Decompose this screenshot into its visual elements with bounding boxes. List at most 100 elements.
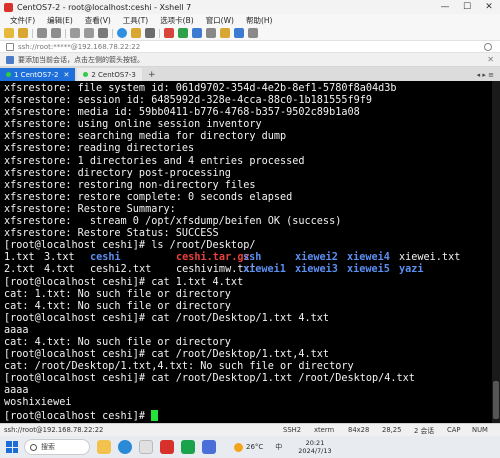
ls-output-row: 2.txt 4.txt ceshi2.txt ceshivimw.txtxiewei1… <box>4 264 492 276</box>
address-input[interactable]: ssh://root:*****@192.168.78.22:22 <box>18 43 140 51</box>
status-size: 84x28 <box>348 426 370 434</box>
search-icon <box>30 443 37 451</box>
disconnect-icon[interactable] <box>51 28 61 38</box>
toolbar-divider <box>159 28 160 38</box>
menu-view[interactable]: 查看(V) <box>85 15 111 26</box>
clock-date: 2024/7/13 <box>298 447 332 455</box>
tab-centos7-3[interactable]: 2 CentOS7-3 <box>77 68 142 81</box>
fullscreen-icon[interactable] <box>206 28 216 38</box>
compose-icon[interactable] <box>192 28 202 38</box>
terminal-line: cat: 1.txt: No such file or directory <box>4 288 231 300</box>
scrollbar-thumb[interactable] <box>493 381 499 419</box>
connected-status-icon <box>83 72 89 77</box>
terminal-line: xfsrestore: restore complete: 0 seconds … <box>4 191 293 203</box>
address-bar: ssh://root:*****@192.168.78.22:22 <box>0 40 500 53</box>
open-folder-icon[interactable] <box>18 28 28 38</box>
toolbar-divider <box>65 28 66 38</box>
menu-window[interactable]: 窗口(W) <box>206 15 234 26</box>
hint-bar: 要添加当前会话，点击左侧的箭头按钮。 ✕ <box>0 53 500 67</box>
tab-close-icon[interactable]: ✕ <box>63 71 69 79</box>
terminal-line: aaaa <box>4 385 29 397</box>
terminal-line: [root@localhost ceshi]# cat /root/Deskto… <box>4 312 330 324</box>
menu-bar: 文件(F) 编辑(E) 查看(V) 工具(T) 选项卡(B) 窗口(W) 帮助(… <box>0 14 500 26</box>
search-label: 搜索 <box>41 443 55 451</box>
ls-entry-file: 4.txt <box>44 264 75 276</box>
terminal-line: xfsrestore: session id: 6485992d-328e-4c… <box>4 95 373 107</box>
tab-label: 2 CentOS7-3 <box>91 70 136 79</box>
hint-close-icon[interactable]: ✕ <box>487 55 494 64</box>
terminal-line: cat: 4.txt: No such file or directory <box>4 300 231 312</box>
close-button[interactable]: ✕ <box>478 0 500 14</box>
terminal-scrollbar[interactable] <box>492 81 500 423</box>
help-icon[interactable] <box>248 28 258 38</box>
connect-icon[interactable] <box>37 28 47 38</box>
status-protocol: SSH2 <box>283 426 302 434</box>
ls-entry-dir: xiewei4 <box>347 252 390 264</box>
ls-entry-file: xiewei.txt <box>399 252 461 264</box>
ls-entry-dir: xiewei2 <box>295 252 338 264</box>
tab-centos7-2[interactable]: 1 CentOS7-2 ✕ <box>0 68 76 81</box>
session-icon <box>6 42 14 51</box>
xshell-app-icon <box>4 2 13 12</box>
minimize-button[interactable]: — <box>434 0 456 14</box>
address-go-icon[interactable] <box>484 42 492 51</box>
menu-tools[interactable]: 工具(T) <box>123 15 148 26</box>
terminal-line: cat: 4.txt: No such file or directory <box>4 336 231 348</box>
tab-label: 1 CentOS7-2 <box>14 70 59 79</box>
file-explorer-icon[interactable] <box>97 440 111 454</box>
ls-entry-archive: ceshi.tar.gz <box>176 252 250 264</box>
menu-file[interactable]: 文件(F) <box>10 15 35 26</box>
ime-indicator[interactable]: 中 <box>275 442 282 452</box>
ls-entry-dir: xiewei3 <box>295 264 338 276</box>
terminal-line: [root@localhost ceshi]# cat /root/Deskto… <box>4 349 330 361</box>
maximize-button[interactable]: ☐ <box>456 0 478 14</box>
title-bar: CentOS7-2 - root@localhost:ceshi - Xshel… <box>0 0 500 14</box>
terminal-prompt-line: [root@localhost ceshi]# <box>4 409 492 422</box>
status-bar: ssh://root@192.168.78.22:22 SSH2 xterm 8… <box>0 423 500 436</box>
lock-icon[interactable] <box>131 28 141 38</box>
menu-edit[interactable]: 编辑(E) <box>47 15 73 26</box>
weather-widget[interactable]: 26°C <box>234 442 263 452</box>
system-clock[interactable]: 20:21 2024/7/13 <box>298 439 331 455</box>
terminal-line: xfsrestore: Restore Summary: <box>4 203 176 215</box>
xshell-taskbar-icon[interactable] <box>160 440 174 454</box>
terminal-line: xfsrestore: restoring non-directory file… <box>4 179 256 191</box>
ls-entry-dir: yazi <box>399 264 424 276</box>
menu-help[interactable]: 帮助(H) <box>246 15 273 26</box>
new-session-icon[interactable] <box>4 28 14 38</box>
status-num: NUM <box>472 426 488 434</box>
status-terminal-type: xterm <box>314 426 335 434</box>
menu-tab[interactable]: 选项卡(B) <box>160 15 194 26</box>
terminal-line: xfsrestore: 1 directories and 4 entries … <box>4 155 305 167</box>
wechat-icon[interactable] <box>181 440 195 454</box>
status-connection: ssh://root@192.168.78.22:22 <box>4 426 104 434</box>
highlight-icon[interactable] <box>220 28 230 38</box>
status-sessions: 2 会话 <box>414 427 435 435</box>
store-icon[interactable] <box>139 440 153 454</box>
xftp-icon[interactable] <box>164 28 174 38</box>
copy-icon[interactable] <box>70 28 80 38</box>
transfer-icon[interactable] <box>178 28 188 38</box>
keyboard-icon[interactable] <box>145 28 155 38</box>
script-icon[interactable] <box>234 28 244 38</box>
terminal-output[interactable]: xfsrestore: file system id: 061d9702-354… <box>0 81 492 423</box>
ls-entry-file: 1.txt <box>4 252 35 264</box>
tab-list-chevron-icon[interactable]: ◂ ▸ ≡ <box>477 68 494 81</box>
ls-entry-dir: ceshi <box>90 252 121 264</box>
new-tab-button[interactable]: + <box>146 68 158 81</box>
paste-icon[interactable] <box>84 28 94 38</box>
terminal-line: xfsrestore: file system id: 061d9702-354… <box>4 83 397 94</box>
edge-browser-icon[interactable] <box>118 440 132 454</box>
vmware-icon[interactable] <box>202 440 216 454</box>
clock-time: 20:21 <box>305 439 325 447</box>
ls-entry-file: 3.txt <box>44 252 75 264</box>
globe-icon[interactable] <box>117 28 127 38</box>
taskbar-search[interactable]: 搜索 <box>24 439 90 455</box>
terminal-line: cat: /root/Desktop/1.txt,4.txt: No such … <box>4 361 354 373</box>
status-caps: CAP <box>447 426 461 434</box>
windows-start-icon[interactable] <box>6 441 18 453</box>
sun-icon <box>234 442 243 452</box>
find-icon[interactable] <box>98 28 108 38</box>
terminal-line: xfsrestore: directory post-processing <box>4 167 231 179</box>
hint-text: 要添加当前会话，点击左侧的箭头按钮。 <box>18 55 144 64</box>
